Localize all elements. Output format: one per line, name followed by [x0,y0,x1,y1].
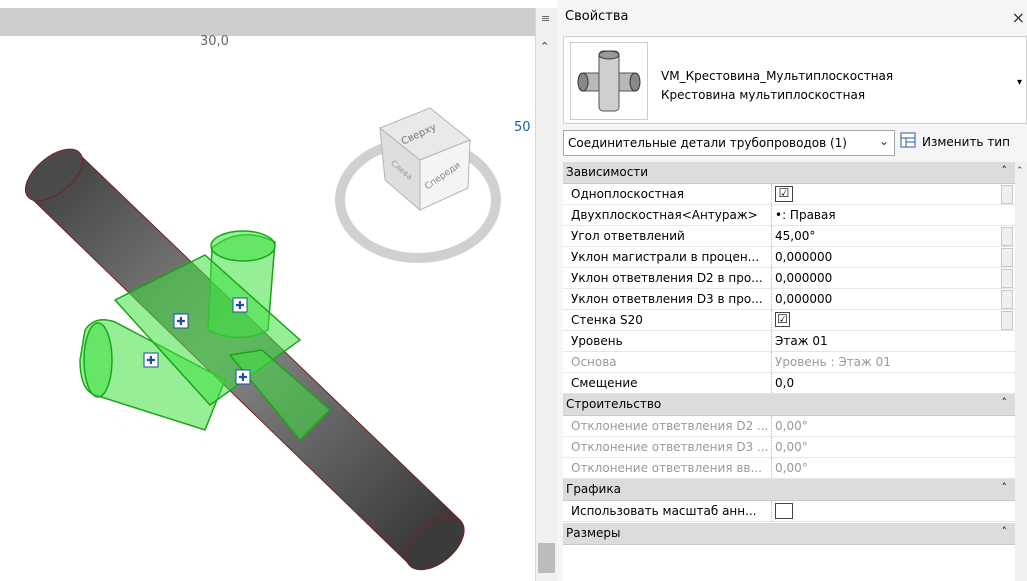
properties-grid: Зависимости ˄ Одноплоскостная ☑ Двухплос… [563,162,1015,581]
prop-row-d3-slope[interactable]: Уклон ответвления D3 в про... 0,000000 [563,289,1015,310]
type-subname: Крестовина мультиплоскостная [661,88,866,102]
prop-value[interactable]: ☑ [775,310,993,330]
prop-name: Двухплоскостная<Антураж> [571,205,772,225]
prop-value[interactable]: •: Правая [775,205,993,225]
prop-value: 0,00° [775,419,808,433]
group-label: Зависимости [566,165,649,179]
param-button[interactable] [1001,227,1013,246]
collapse-icon[interactable]: ˄ [1002,481,1008,494]
prop-name: Уклон магистрали в процен... [571,247,772,267]
prop-row-dev-up: Отклонение ответвления вв... 0,00° [563,458,1015,479]
checkbox[interactable] [775,502,793,519]
type-thumbnail [570,42,648,120]
prop-name: Отклонение ответвления D3 ... [571,437,772,457]
svg-text:✚: ✚ [176,315,185,328]
type-selector[interactable]: VM_Крестовина_Мультиплоскостная Крестови… [563,36,1027,124]
selector-label: Соединительные детали трубопроводов (1) [568,136,847,150]
viewport-scrollbar[interactable]: ≡ ⌃ [535,8,558,581]
menu-icon[interactable]: ≡ [541,12,550,25]
prop-row-branch-angle[interactable]: Угол ответвлений 45,00° [563,226,1015,247]
view-header-bar [0,8,535,36]
grid-scrollbar[interactable]: ⌃ [1015,162,1027,581]
prop-value[interactable] [775,501,993,521]
prop-row-level[interactable]: Уровень Этаж 01 [563,331,1015,352]
chevron-down-icon[interactable]: ▾ [1017,77,1022,88]
prop-name: Уровень [571,331,772,351]
scroll-thumb[interactable] [538,543,555,573]
panel-title: Свойства [565,9,629,24]
prop-name: Использовать масштаб анн... [571,501,772,521]
prop-value[interactable]: ☑ [775,184,993,204]
prop-row-d2-slope[interactable]: Уклон ответвления D2 в про... 0,000000 [563,268,1015,289]
prop-row-offset[interactable]: Смещение 0,0 [563,373,1015,394]
checkbox[interactable]: ☑ [775,185,793,202]
prop-name: Угол ответвлений [571,226,772,246]
collapse-icon[interactable]: ˄ [1002,525,1008,538]
group-construction[interactable]: Строительство ˄ [563,394,1015,416]
prop-row-dev-d3: Отклонение ответвления D3 ... 0,00° [563,437,1015,458]
prop-name: Смещение [571,373,772,393]
checkbox[interactable]: ☑ [775,312,790,327]
param-button[interactable] [1001,290,1013,309]
scale-label: 30,0 [200,34,229,49]
group-label: Графика [566,482,621,496]
prop-value[interactable]: 0,0 [775,373,993,393]
pipe-cross-model[interactable]: ✚ ✚ ✚ ✚ Сверху Спереди Слева [0,0,535,581]
edit-type-label: Изменить тип [922,135,1010,149]
prop-value[interactable]: 0,000000 [775,247,993,267]
prop-name: Уклон ответвления D3 в про... [571,289,772,309]
param-button[interactable] [1001,311,1013,330]
prop-row-main-slope[interactable]: Уклон магистрали в процен... 0,000000 [563,247,1015,268]
prop-name: Стенка S20 [571,310,772,330]
prop-name: Основа [571,352,772,372]
prop-value: Уровень : Этаж 01 [775,355,891,369]
prop-value[interactable]: 45,00° [775,226,993,246]
group-graphics[interactable]: Графика ˄ [563,479,1015,501]
param-button[interactable] [1001,269,1013,288]
chevron-down-icon: ⌄ [878,134,889,148]
prop-value: 0,00° [775,461,808,475]
collapse-icon[interactable]: ˄ [1002,164,1008,177]
group-label: Размеры [566,526,621,540]
prop-value[interactable]: Этаж 01 [775,331,993,351]
instance-filter-dropdown[interactable]: Соединительные детали трубопроводов (1) … [563,130,895,156]
prop-name: Одноплоскостная [571,184,772,204]
viewcube[interactable]: Сверху Спереди Слева [335,107,501,263]
prop-value[interactable]: 0,000000 [775,289,993,309]
zoom-label: 50 [514,120,531,135]
scroll-up-icon[interactable]: ⌃ [1016,166,1024,176]
prop-value: 0,00° [775,440,808,454]
svg-text:✚: ✚ [146,354,155,367]
type-name: VM_Крестовина_Мультиплоскостная [661,69,894,83]
prop-name: Отклонение ответвления вв... [571,458,772,478]
prop-row-wall[interactable]: Стенка S20 ☑ [563,310,1015,331]
param-button[interactable] [1001,185,1013,204]
prop-row-annotation-scale[interactable]: Использовать масштаб анн... [563,501,1015,522]
prop-name: Уклон ответвления D2 в про... [571,268,772,288]
edit-type-icon [900,132,916,148]
group-constraints[interactable]: Зависимости ˄ [563,162,1015,184]
scroll-up-icon[interactable]: ⌃ [540,40,549,53]
group-dimensions[interactable]: Размеры ˄ [563,523,1015,545]
param-button[interactable] [1001,248,1013,267]
svg-text:✚: ✚ [238,371,247,384]
prop-row-base: Основа Уровень : Этаж 01 [563,352,1015,373]
properties-panel: Свойства × VM_Крестовина_Мультиплоскостн… [557,0,1027,581]
3d-viewport[interactable]: ✚ ✚ ✚ ✚ Сверху Спереди Слева 30,0 50 [0,0,535,581]
prop-name: Отклонение ответвления D2 ... [571,416,772,436]
prop-value[interactable]: 0,000000 [775,268,993,288]
collapse-icon[interactable]: ˄ [1002,396,1008,409]
close-icon[interactable]: × [1012,8,1025,27]
svg-text:✚: ✚ [235,299,244,312]
prop-row-single-plane[interactable]: Одноплоскостная ☑ [563,184,1015,205]
prop-row-two-plane[interactable]: Двухплоскостная<Антураж> •: Правая [563,205,1015,226]
prop-row-dev-d2: Отклонение ответвления D2 ... 0,00° [563,416,1015,437]
group-label: Строительство [566,397,662,411]
